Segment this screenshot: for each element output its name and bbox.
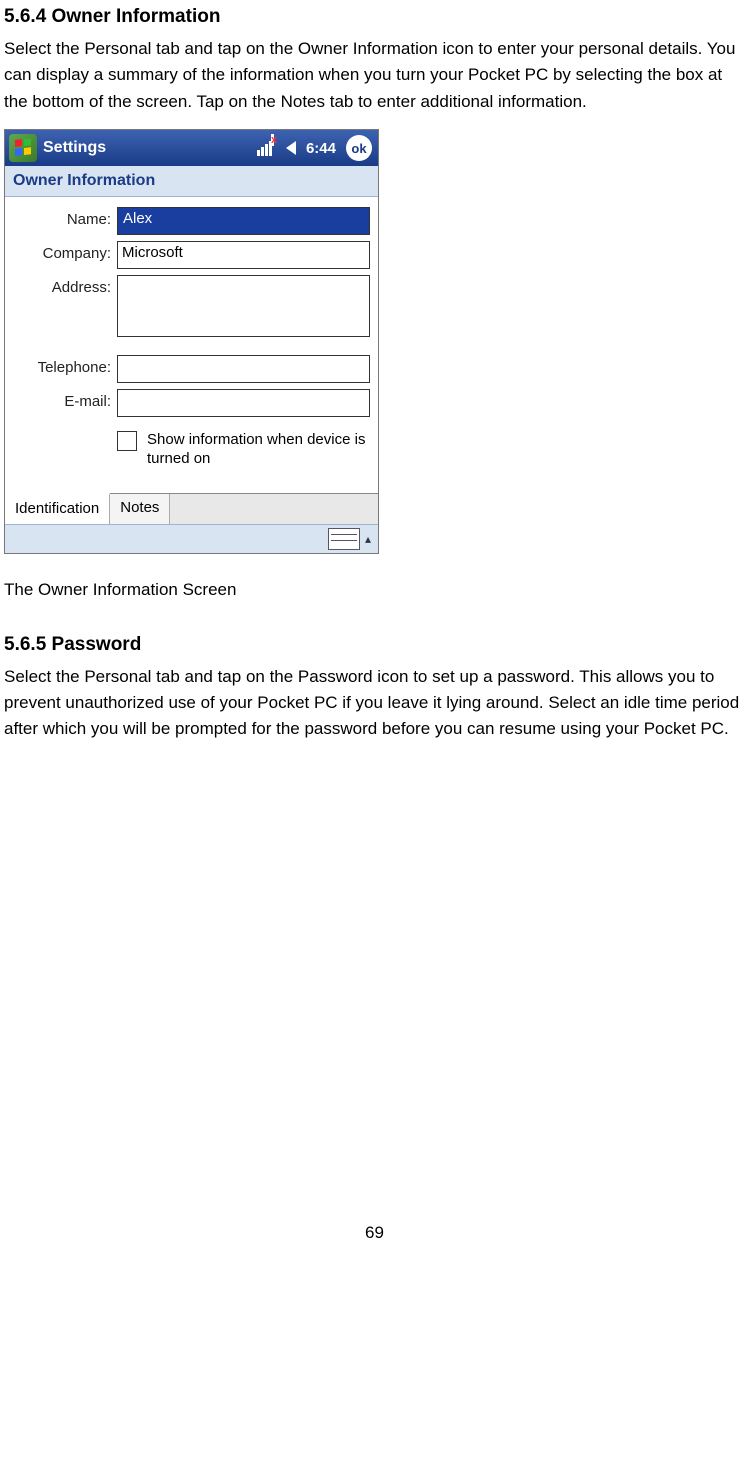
screenshot-caption: The Owner Information Screen <box>4 580 745 600</box>
title-bar-text: Settings <box>43 139 257 157</box>
volume-icon[interactable] <box>286 141 296 155</box>
show-info-checkbox[interactable] <box>117 431 137 451</box>
pocketpc-screenshot: Settings x 6:44 ok Owner Information Nam… <box>4 129 379 554</box>
clock[interactable]: 6:44 <box>306 140 336 157</box>
name-label: Name: <box>13 207 117 228</box>
company-label: Company: <box>13 241 117 262</box>
ok-button[interactable]: ok <box>346 135 372 161</box>
name-input[interactable]: Alex <box>117 207 370 235</box>
show-info-checkbox-label: Show information when device is turned o… <box>147 431 370 469</box>
section-para-password: Select the Personal tab and tap on the P… <box>4 664 745 743</box>
company-input[interactable]: Microsoft <box>117 241 370 269</box>
screen-subheader: Owner Information <box>5 166 378 197</box>
sip-bar: ▴ <box>5 524 378 553</box>
keyboard-icon[interactable] <box>328 528 360 550</box>
start-menu-icon[interactable] <box>9 134 37 162</box>
owner-form: Name: Alex Company: Microsoft Address: T… <box>5 197 378 493</box>
section-heading-owner-info: 5.6.4 Owner Information <box>4 6 745 28</box>
address-input[interactable] <box>117 275 370 337</box>
telephone-input[interactable] <box>117 355 370 383</box>
connectivity-icon[interactable]: x <box>257 141 276 156</box>
email-input[interactable] <box>117 389 370 417</box>
sip-up-arrow-icon[interactable]: ▴ <box>362 529 374 549</box>
tab-notes[interactable]: Notes <box>110 494 170 524</box>
title-bar: Settings x 6:44 ok <box>5 130 378 166</box>
page-number: 69 <box>4 1223 745 1243</box>
section-heading-password: 5.6.5 Password <box>4 634 745 656</box>
address-label: Address: <box>13 275 117 296</box>
telephone-label: Telephone: <box>13 355 117 376</box>
tab-bar: Identification Notes <box>5 493 378 524</box>
email-label: E-mail: <box>13 389 117 410</box>
section-para-owner-info: Select the Personal tab and tap on the O… <box>4 36 745 115</box>
tab-identification[interactable]: Identification <box>5 493 110 524</box>
